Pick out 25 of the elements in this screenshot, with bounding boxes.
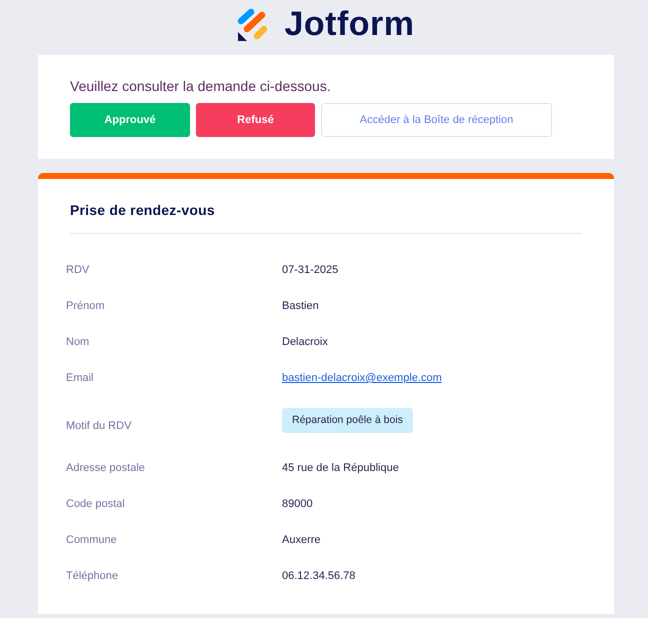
logo-icon xyxy=(237,8,270,41)
field-value: 89000 xyxy=(282,498,313,510)
field-label: Motif du RDV xyxy=(66,420,132,432)
form-title: Prise de rendez-vous xyxy=(70,201,216,219)
field-label: Nom xyxy=(66,336,90,348)
approve-button[interactable]: Approuvé xyxy=(70,103,190,137)
reject-button[interactable]: Refusé xyxy=(196,103,315,137)
field-value: 06.12.34.56.78 xyxy=(282,570,356,582)
logo-wordmark: Jotform xyxy=(284,4,415,44)
field-label: Email xyxy=(66,372,95,384)
field-label: Téléphone xyxy=(66,570,119,582)
field-label: Commune xyxy=(66,534,118,546)
field-label: RDV xyxy=(66,264,90,276)
review-message: Veuillez consulter la demande ci-dessous. xyxy=(70,77,332,95)
field-value: Bastien xyxy=(282,300,319,312)
field-value: 45 rue de la République xyxy=(282,462,399,474)
field-value: 07-31-2025 xyxy=(282,264,338,276)
field-value: Delacroix xyxy=(282,336,328,348)
email-link[interactable]: bastien-delacroix@exemple.com xyxy=(282,372,442,384)
inbox-button[interactable]: Accéder à la Boîte de réception xyxy=(321,103,552,137)
option-tag: Réparation poêle à bois xyxy=(282,408,413,432)
field-value: Auxerre xyxy=(282,534,321,546)
field-label: Code postal xyxy=(66,498,126,510)
field-label: Adresse postale xyxy=(66,462,146,474)
field-label: Prénom xyxy=(66,300,106,312)
